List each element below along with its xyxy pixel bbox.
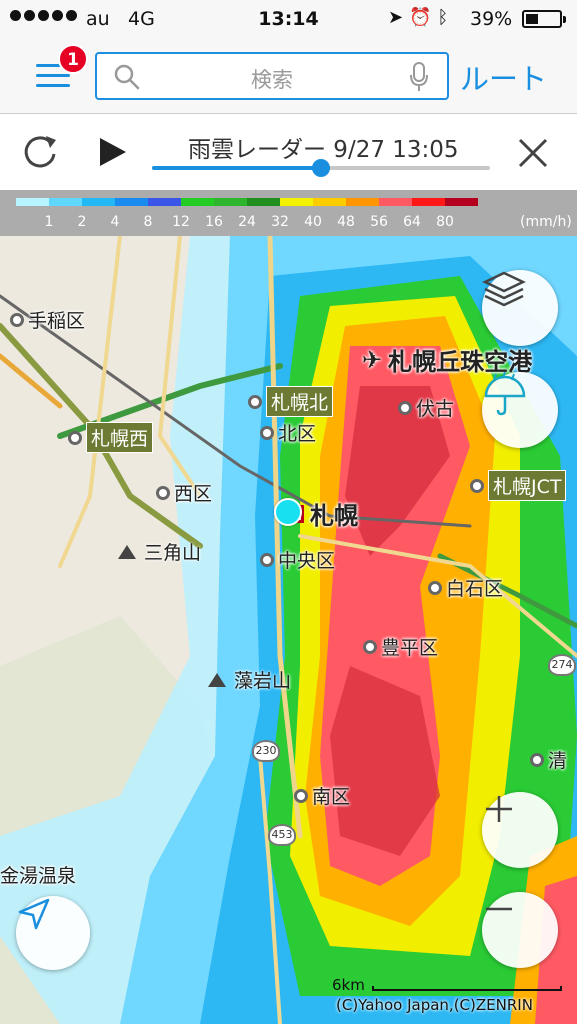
zoom-in-button[interactable] <box>482 792 558 868</box>
legend-swatch <box>280 198 313 206</box>
search-input[interactable]: 検索 <box>95 52 449 100</box>
search-placeholder: 検索 <box>251 68 293 92</box>
scale-bar <box>372 986 562 991</box>
legend-label: 4 <box>110 214 120 230</box>
legend-label: 24 <box>238 214 256 230</box>
battery-icon <box>522 10 566 28</box>
zoom-out-button[interactable] <box>482 892 558 968</box>
search-bar: 1 検索 ルート <box>0 38 577 114</box>
legend-swatch <box>445 198 478 206</box>
place-chuo-ku[interactable]: 中央区 <box>260 546 335 573</box>
legend-swatch <box>181 198 214 206</box>
legend-label: 40 <box>304 214 322 230</box>
alarm-icon: ⏰ <box>409 7 438 28</box>
time-slider-fill <box>152 166 321 170</box>
play-icon[interactable] <box>98 136 128 168</box>
place-minami-ku[interactable]: 南区 <box>294 782 350 809</box>
legend-swatch <box>115 198 148 206</box>
legend-swatch <box>49 198 82 206</box>
legend-swatch <box>379 198 412 206</box>
legend-label: 2 <box>77 214 87 230</box>
place-teine[interactable]: 手稲区 <box>10 306 85 333</box>
place-fushiko[interactable]: 伏古 <box>398 394 454 421</box>
legend-swatch <box>247 198 280 206</box>
map-scale: 6km <box>332 976 562 994</box>
legend-swatches <box>16 198 478 206</box>
legend-label: 32 <box>271 214 289 230</box>
legend-swatch <box>313 198 346 206</box>
map-copyright: (C)Yahoo Japan,(C)ZENRIN <box>336 996 533 1014</box>
station-sapporo-kita[interactable]: 札幌北 <box>248 386 334 417</box>
layers-icon <box>482 271 526 307</box>
route-shield-230: 230 <box>252 740 280 762</box>
legend-swatch <box>214 198 247 206</box>
station-sapporo-nishi[interactable]: 札幌西 <box>68 422 154 453</box>
legend-label: 8 <box>143 214 153 230</box>
airplane-icon: ✈ <box>362 345 383 374</box>
station-sapporo-jct[interactable]: 札幌JCT <box>470 470 567 501</box>
plus-icon <box>486 796 512 822</box>
route-shield-274: 274 <box>548 654 576 676</box>
legend-label: 48 <box>337 214 355 230</box>
legend-label: 80 <box>436 214 454 230</box>
navigation-arrow-icon <box>18 898 50 930</box>
layers-button[interactable] <box>482 270 558 346</box>
radar-control-bar: 雨雲レーダー 9/27 13:05 <box>0 114 577 190</box>
microphone-icon[interactable] <box>409 62 429 92</box>
legend-swatch <box>16 198 49 206</box>
current-location-button[interactable] <box>16 896 90 970</box>
legend-label: 16 <box>205 214 223 230</box>
notification-badge: 1 <box>58 44 88 74</box>
legend-swatch <box>346 198 379 206</box>
location-arrow-icon: ➤ <box>388 7 410 28</box>
place-kita-ku[interactable]: 北区 <box>260 419 316 446</box>
mountain-icon <box>208 672 226 687</box>
rain-radar-button[interactable] <box>482 372 558 448</box>
place-nishi-ku[interactable]: 西区 <box>156 479 212 506</box>
time-slider-handle[interactable] <box>312 159 330 177</box>
legend-swatch <box>412 198 445 206</box>
legend-swatch <box>82 198 115 206</box>
mountain-sankakuyama[interactable]: 三角山 <box>118 538 201 565</box>
legend-label: 1 <box>44 214 54 230</box>
bluetooth-icon: ᛒ <box>437 7 455 28</box>
time-slider[interactable] <box>152 159 490 177</box>
legend-label: 12 <box>172 214 190 230</box>
status-bar: au 4G 13:14 ➤⏰ᛒ 39% <box>0 0 577 38</box>
legend-label: 56 <box>370 214 388 230</box>
route-button[interactable]: ルート <box>460 56 547 98</box>
route-shield-453: 453 <box>268 824 296 846</box>
mountain-moiwayama[interactable]: 藻岩山 <box>208 666 291 693</box>
place-kiyota[interactable]: 清 <box>530 746 567 773</box>
place-shiroishi[interactable]: 白石区 <box>428 574 503 601</box>
reload-icon[interactable] <box>20 132 60 172</box>
legend-unit: (mm/h) <box>520 214 572 230</box>
precipitation-legend: 1 2 4 8 12 16 24 32 40 48 56 64 80 (mm/h) <box>0 190 577 236</box>
minus-icon <box>486 907 512 911</box>
legend-label: 64 <box>403 214 421 230</box>
place-kinyu-onsen[interactable]: 金湯温泉 <box>0 861 76 888</box>
umbrella-icon <box>484 372 526 416</box>
legend-swatch <box>148 198 181 206</box>
place-toyohira[interactable]: 豊平区 <box>363 633 438 660</box>
battery-percent: 39% <box>470 8 513 30</box>
current-location-marker <box>274 498 302 526</box>
map-view[interactable]: 手稲区 札幌北 北区 札幌西 伏古 ✈ 札幌丘珠空港 札幌JCT 西区 札幌 三角… <box>0 236 577 1024</box>
close-icon[interactable] <box>516 136 550 170</box>
mountain-icon <box>118 544 136 559</box>
